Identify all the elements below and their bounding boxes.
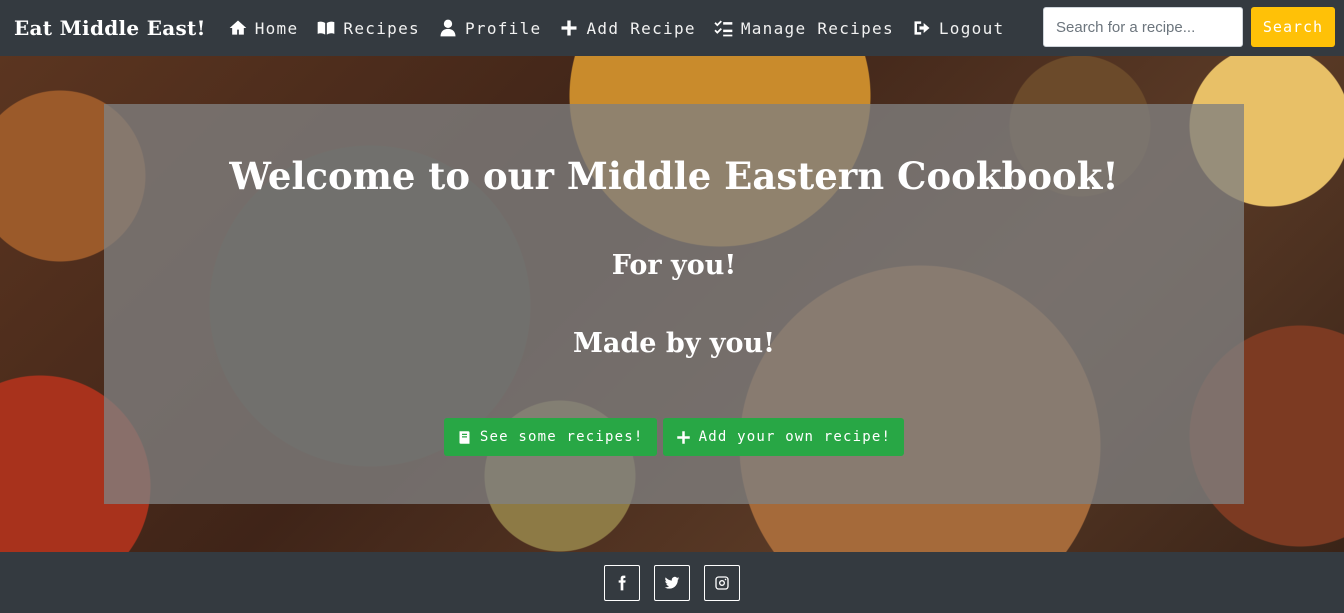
search-form: Search: [1043, 7, 1335, 47]
nav-logout[interactable]: Logout: [912, 18, 1005, 38]
nav-profile-label: Profile: [464, 18, 542, 38]
brand-logo[interactable]: Eat Middle East!: [14, 16, 206, 40]
nav-manage-recipes-label: Manage Recipes: [740, 18, 894, 38]
search-button[interactable]: Search: [1251, 7, 1335, 47]
see-recipes-label: See some recipes!: [479, 429, 644, 445]
search-input[interactable]: [1043, 7, 1243, 47]
sign-out-icon: [914, 21, 930, 35]
navbar: Eat Middle East! Home Recipes Profile Ad…: [0, 0, 1344, 56]
nav-home[interactable]: Home: [228, 18, 299, 38]
instagram-link[interactable]: [704, 564, 740, 601]
hero-background-image: Welcome to our Middle Eastern Cookbook! …: [0, 56, 1344, 552]
tasks-icon: [714, 20, 733, 37]
facebook-link[interactable]: [604, 564, 640, 601]
hero-subtitle-1: For you!: [611, 250, 737, 281]
hero-subtitle-2: Made by you!: [573, 328, 775, 359]
nav-logout-label: Logout: [938, 18, 1005, 38]
twitter-link[interactable]: [654, 564, 690, 601]
user-icon: [440, 19, 456, 37]
home-icon: [229, 20, 247, 35]
hero-buttons: See some recipes! Add your own recipe!: [104, 418, 1244, 456]
hero-panel: Welcome to our Middle Eastern Cookbook! …: [104, 104, 1244, 504]
plus-icon: [676, 430, 690, 444]
add-own-recipe-label: Add your own recipe!: [698, 429, 892, 445]
nav-recipes[interactable]: Recipes: [316, 18, 420, 38]
add-own-recipe-button[interactable]: Add your own recipe!: [662, 418, 905, 456]
nav-add-recipe[interactable]: Add Recipe: [559, 18, 695, 38]
book-icon: [459, 430, 470, 444]
nav-profile[interactable]: Profile: [438, 18, 542, 38]
twitter-icon: [664, 576, 680, 589]
see-recipes-button[interactable]: See some recipes!: [443, 418, 657, 456]
main-nav: Home Recipes Profile Add Recipe Manage R…: [228, 18, 1023, 38]
hero-title: Welcome to our Middle Eastern Cookbook!: [229, 154, 1119, 198]
book-open-icon: [318, 21, 335, 35]
plus-icon: [561, 20, 577, 36]
nav-manage-recipes[interactable]: Manage Recipes: [714, 18, 894, 38]
facebook-icon: [618, 575, 626, 590]
nav-recipes-label: Recipes: [343, 18, 420, 38]
nav-home-label: Home: [254, 18, 299, 38]
instagram-icon: [715, 575, 729, 590]
nav-add-recipe-label: Add Recipe: [586, 18, 696, 38]
footer: [0, 552, 1344, 613]
